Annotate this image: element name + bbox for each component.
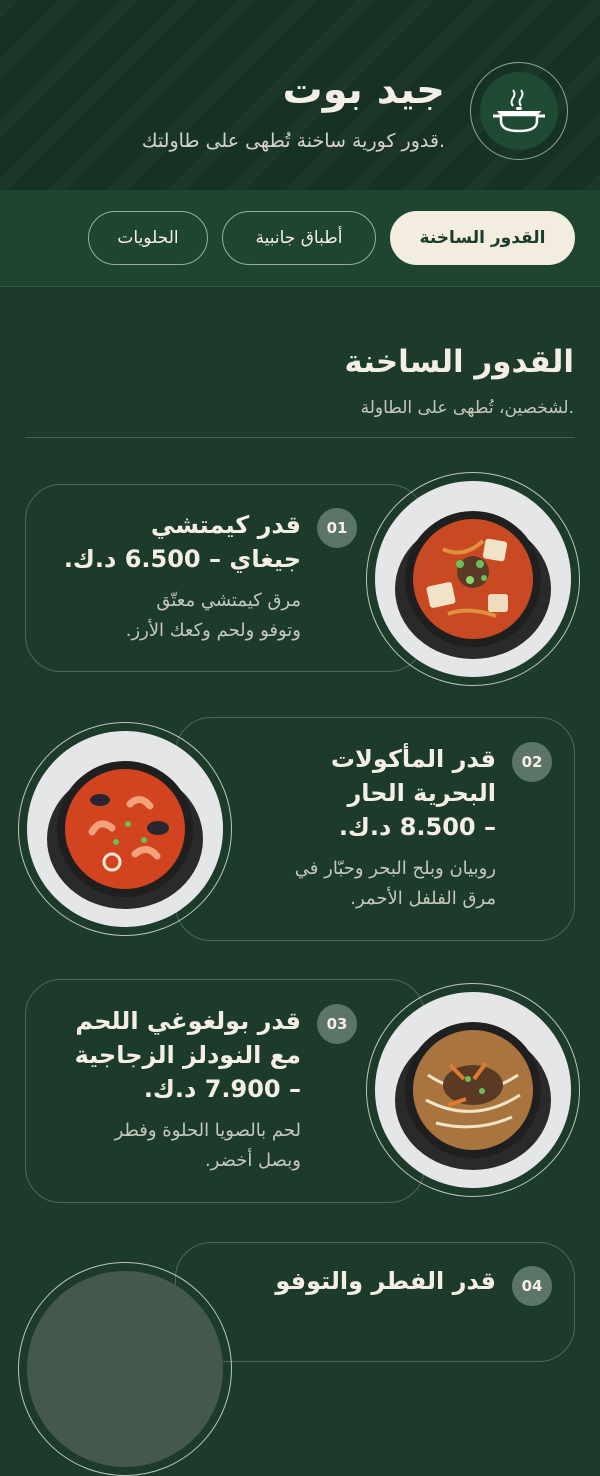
item-description: لحم بالصويا الحلوة وفطر وبصل أخضر. [114,1120,301,1171]
dish-image-bulgogi-pot [366,983,580,1197]
menu-item-text: قدر بولغوغي اللحم مع النودلز الزجاجية – … [41,1004,301,1176]
item-name: قدر المأكولات البحرية الحار – 8.500 د.ك. [330,745,496,841]
item-name: قدر الفطر والتوفو [275,1267,496,1295]
section-subtitle: لشخصين، تُطهى على الطاولة. [360,398,574,418]
dish-image-mushroom-tofu [18,1262,232,1476]
category-tabs: القدور الساخنة أطباق جانبية الحلويات [0,190,600,287]
tab-desserts[interactable]: الحلويات [88,211,208,265]
tab-side-dishes[interactable]: أطباق جانبية [222,211,376,265]
menu-item-text: قدر كيمتشي جيغاي – 6.500 د.ك. مرق كيمتشي… [41,508,301,646]
item-name: قدر بولغوغي اللحم مع النودلز الزجاجية – … [74,1007,301,1103]
item-number-badge: 03 [317,1004,357,1044]
section-divider [25,437,575,438]
item-description: مرق كيمتشي معتّق وتوفو ولحم وكعك الأرز. [125,590,301,641]
site-header: جيد بوت قدور كورية ساخنة تُطهى على طاولت… [0,0,600,190]
dish-image-seafood-stew [18,722,232,936]
kimchi-stew-image [395,511,551,659]
tab-hot-pots[interactable]: القدور الساخنة [390,211,575,265]
section-title: القدور الساخنة [344,344,574,380]
item-number-badge: 02 [512,742,552,782]
item-name: قدر كيمتشي جيغاي – 6.500 د.ك. [63,511,301,573]
menu-item-card[interactable] [175,1242,575,1362]
menu-item-text: قدر المأكولات البحرية الحار – 8.500 د.ك.… [246,742,496,914]
item-number-badge: 01 [317,508,357,548]
item-description: روبيان وبلح البحر وحبّار في مرق الفلفل ا… [294,858,496,909]
seafood-stew-image [47,761,203,909]
item-number-badge: 04 [512,1266,552,1306]
dish-image-kimchi-stew [366,472,580,686]
brand-logo [470,62,568,160]
hot-pot-icon [493,89,545,133]
brand-tagline: قدور كورية ساخنة تُطهى على طاولتك. [141,130,445,152]
brand-title: جيد بوت [282,67,445,113]
bulgogi-pot-image [395,1022,551,1170]
menu-item-text: قدر الفطر والتوفو [236,1264,496,1298]
